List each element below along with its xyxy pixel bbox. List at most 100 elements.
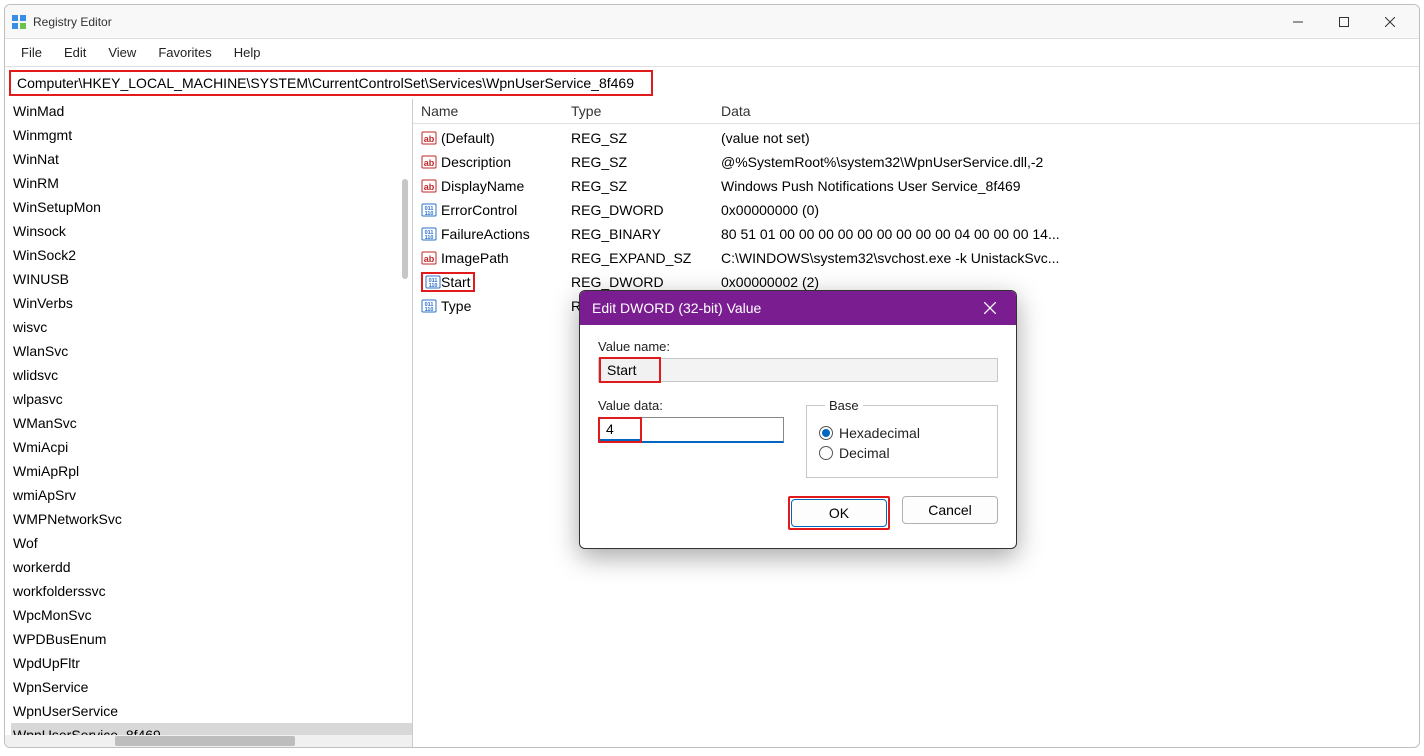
value-name: ErrorControl [441,202,517,218]
tree-item[interactable]: wlidsvc [11,363,412,387]
value-row[interactable]: abImagePathREG_EXPAND_SZC:\WINDOWS\syste… [413,246,1419,270]
tree-item-label: WpnUserService [13,701,118,721]
value-name: Type [441,298,471,314]
value-row[interactable]: abDescriptionREG_SZ@%SystemRoot%\system3… [413,150,1419,174]
tree-item-label: Winmgmt [13,125,72,145]
value-data: C:\WINDOWS\system32\svchost.exe -k Unist… [721,250,1411,266]
tree-item[interactable]: Wof [11,531,412,555]
tree-item[interactable]: WpnService [11,675,412,699]
value-data: Windows Push Notifications User Service_… [721,178,1411,194]
tree-item-label: WinVerbs [13,293,73,313]
menu-favorites[interactable]: Favorites [148,42,221,63]
tree-item[interactable]: WmiAcpi [11,435,412,459]
value-data: @%SystemRoot%\system32\WpnUserService.dl… [721,154,1411,170]
tree-item[interactable]: WMPNetworkSvc [11,507,412,531]
tree-item[interactable]: WinSetupMon [11,195,412,219]
ok-button[interactable]: OK [791,499,887,527]
value-name: (Default) [441,130,495,146]
value-row[interactable]: 011110ErrorControlREG_DWORD0x00000000 (0… [413,198,1419,222]
menu-help[interactable]: Help [224,42,271,63]
menu-edit[interactable]: Edit [54,42,96,63]
tree-pane[interactable]: WinMad Winmgmt WinNatWinRMWinSetupMonWinso… [5,99,413,747]
value-row[interactable]: 011110FailureActionsREG_BINARY80 51 01 0… [413,222,1419,246]
tree-item-label: WMPNetworkSvc [13,509,122,529]
menu-file[interactable]: File [11,42,52,63]
value-row[interactable]: ab(Default)REG_SZ(value not set) [413,126,1419,150]
tree-item-label: WlanSvc [13,341,68,361]
tree-item-label: WinSock2 [13,245,76,265]
value-type: REG_DWORD [571,202,721,218]
value-data-label: Value data: [598,398,784,413]
value-data: 80 51 01 00 00 00 00 00 00 00 00 00 04 0… [721,226,1411,242]
tree-vscroll-thumb[interactable] [402,179,408,279]
string-value-icon: ab [421,178,437,194]
tree-item[interactable]: wlpasvc [11,387,412,411]
value-data-input[interactable] [600,419,640,441]
window-title: Registry Editor [33,15,1275,29]
col-name[interactable]: Name [421,103,571,119]
tree-item[interactable]: workfolderssvc [11,579,412,603]
menubar: File Edit View Favorites Help [5,39,1419,67]
tree-item-label: Wof [13,533,38,553]
tree-item-label: WinMad [13,101,64,121]
binary-value-icon: 011110 [421,226,437,242]
tree-item[interactable]: WpnUserService [11,699,412,723]
tree-item[interactable]: WinSock2 [11,243,412,267]
tree-item[interactable]: WManSvc [11,411,412,435]
cancel-button[interactable]: Cancel [902,496,998,524]
minimize-button[interactable] [1275,7,1321,37]
svg-text:ab: ab [424,254,435,264]
radio-hexadecimal[interactable]: Hexadecimal [819,425,985,441]
tree-item-label: WpnService [13,677,88,697]
ok-button-highlight: OK [788,496,890,530]
svg-text:110: 110 [425,307,434,313]
tree-item[interactable]: WPDBusEnum [11,627,412,651]
close-button[interactable] [1367,7,1413,37]
svg-text:110: 110 [425,211,434,217]
tree-item[interactable]: workerdd [11,555,412,579]
tree-item[interactable]: WinMad [11,99,412,123]
radio-decimal[interactable]: Decimal [819,445,985,461]
tree-item[interactable]: wmiApSrv [11,483,412,507]
addressbar-container [5,67,1419,99]
col-data[interactable]: Data [721,103,1411,119]
tree-item-label: wisvc [13,317,47,337]
dialog-titlebar[interactable]: Edit DWORD (32-bit) Value [580,291,1016,325]
menu-view[interactable]: View [98,42,146,63]
tree-item-label: WinNat [13,149,59,169]
tree-hscroll-thumb[interactable] [115,736,295,746]
addressbar-input[interactable] [17,75,645,91]
tree-item[interactable]: WlanSvc [11,339,412,363]
svg-text:110: 110 [429,283,438,289]
tree-item[interactable]: WinNat [11,147,412,171]
dialog-close-button[interactable] [976,294,1004,322]
tree-item[interactable]: WinVerbs [11,291,412,315]
tree-item[interactable]: WpdUpFltr [11,651,412,675]
tree-hscroll-track[interactable] [5,735,412,747]
tree-item[interactable]: wisvc [11,315,412,339]
tree-item[interactable]: WmiApRpl [11,459,412,483]
maximize-button[interactable] [1321,7,1367,37]
value-row[interactable]: abDisplayNameREG_SZWindows Push Notifica… [413,174,1419,198]
tree-item[interactable]: WINUSB [11,267,412,291]
col-type[interactable]: Type [571,103,721,119]
tree-item-label: WManSvc [13,413,77,433]
tree-item[interactable]: WpcMonSvc [11,603,412,627]
value-data: 0x00000000 (0) [721,202,1411,218]
tree-item[interactable]: Winsock [11,219,412,243]
value-name-input[interactable] [601,359,659,381]
string-value-icon: ab [421,250,437,266]
svg-text:ab: ab [424,134,435,144]
edit-dword-dialog: Edit DWORD (32-bit) Value Value name: Va… [579,290,1017,549]
value-name: Start [441,274,471,290]
tree-item[interactable]: WinRM [11,171,412,195]
base-fieldset: Base Hexadecimal Decimal [806,398,998,478]
value-name-label: Value name: [598,339,998,354]
svg-text:110: 110 [425,235,434,241]
string-value-icon: ab [421,130,437,146]
tree-item[interactable]: Winmgmt [11,123,412,147]
radio-dot-icon [819,426,833,440]
value-data-highlight [598,417,642,443]
dialog-title: Edit DWORD (32-bit) Value [592,300,976,316]
window-controls [1275,7,1413,37]
